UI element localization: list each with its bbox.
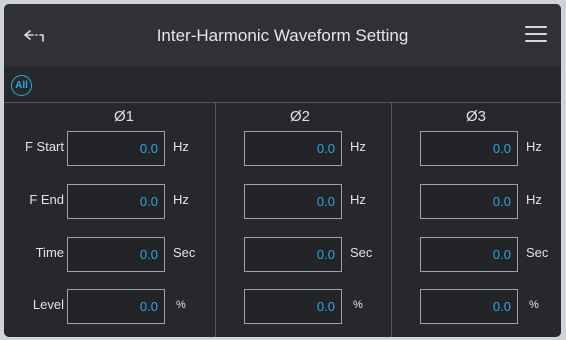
row-label-f-start: F Start [24,139,64,154]
phase-3-level-field[interactable]: 0.0 [420,289,518,324]
divider [4,102,561,103]
phase-3-header: Ø3 [465,108,486,125]
phase-1-time-field[interactable]: 0.0 [67,237,165,272]
unit-label: % [353,299,363,311]
unit-label: Sec [526,245,549,260]
title-bar: Inter-Harmonic Waveform Setting [4,4,561,66]
phase-2-time-field[interactable]: 0.0 [244,237,342,272]
column-divider [215,102,216,337]
row-label-f-end: F End [29,192,64,207]
unit-label: Hz [173,139,189,154]
unit-label: % [176,299,186,311]
phase-3-f-end-field[interactable]: 0.0 [420,184,518,219]
unit-label: Sec [173,245,196,260]
row-label-time: Time [35,245,64,260]
column-divider [391,102,392,337]
row-label-level: Level [32,297,64,312]
phase-2-level-field[interactable]: 0.0 [244,289,342,324]
menu-button[interactable] [525,26,547,44]
phase-1-f-start-field[interactable]: 0.0 [67,131,165,166]
phase-1-level-field[interactable]: 0.0 [67,289,165,324]
unit-label: Hz [526,139,542,154]
phase-1-header: Ø1 [113,108,134,125]
unit-label: Hz [526,192,542,207]
phase-2-header: Ø2 [289,108,310,125]
phase-1-f-end-field[interactable]: 0.0 [67,184,165,219]
phase-2-f-end-field[interactable]: 0.0 [244,184,342,219]
unit-label: % [529,299,539,311]
phase-3-f-start-field[interactable]: 0.0 [420,131,518,166]
unit-label: Hz [173,192,189,207]
phase-3-time-field[interactable]: 0.0 [420,237,518,272]
unit-label: Sec [350,245,373,260]
all-phases-button[interactable]: All [11,75,32,96]
unit-label: Hz [350,139,366,154]
phase-2-f-start-field[interactable]: 0.0 [244,131,342,166]
unit-label: Hz [350,192,366,207]
screen: Inter-Harmonic Waveform Setting All Ø1 Ø… [4,4,561,337]
page-title: Inter-Harmonic Waveform Setting [156,26,409,45]
